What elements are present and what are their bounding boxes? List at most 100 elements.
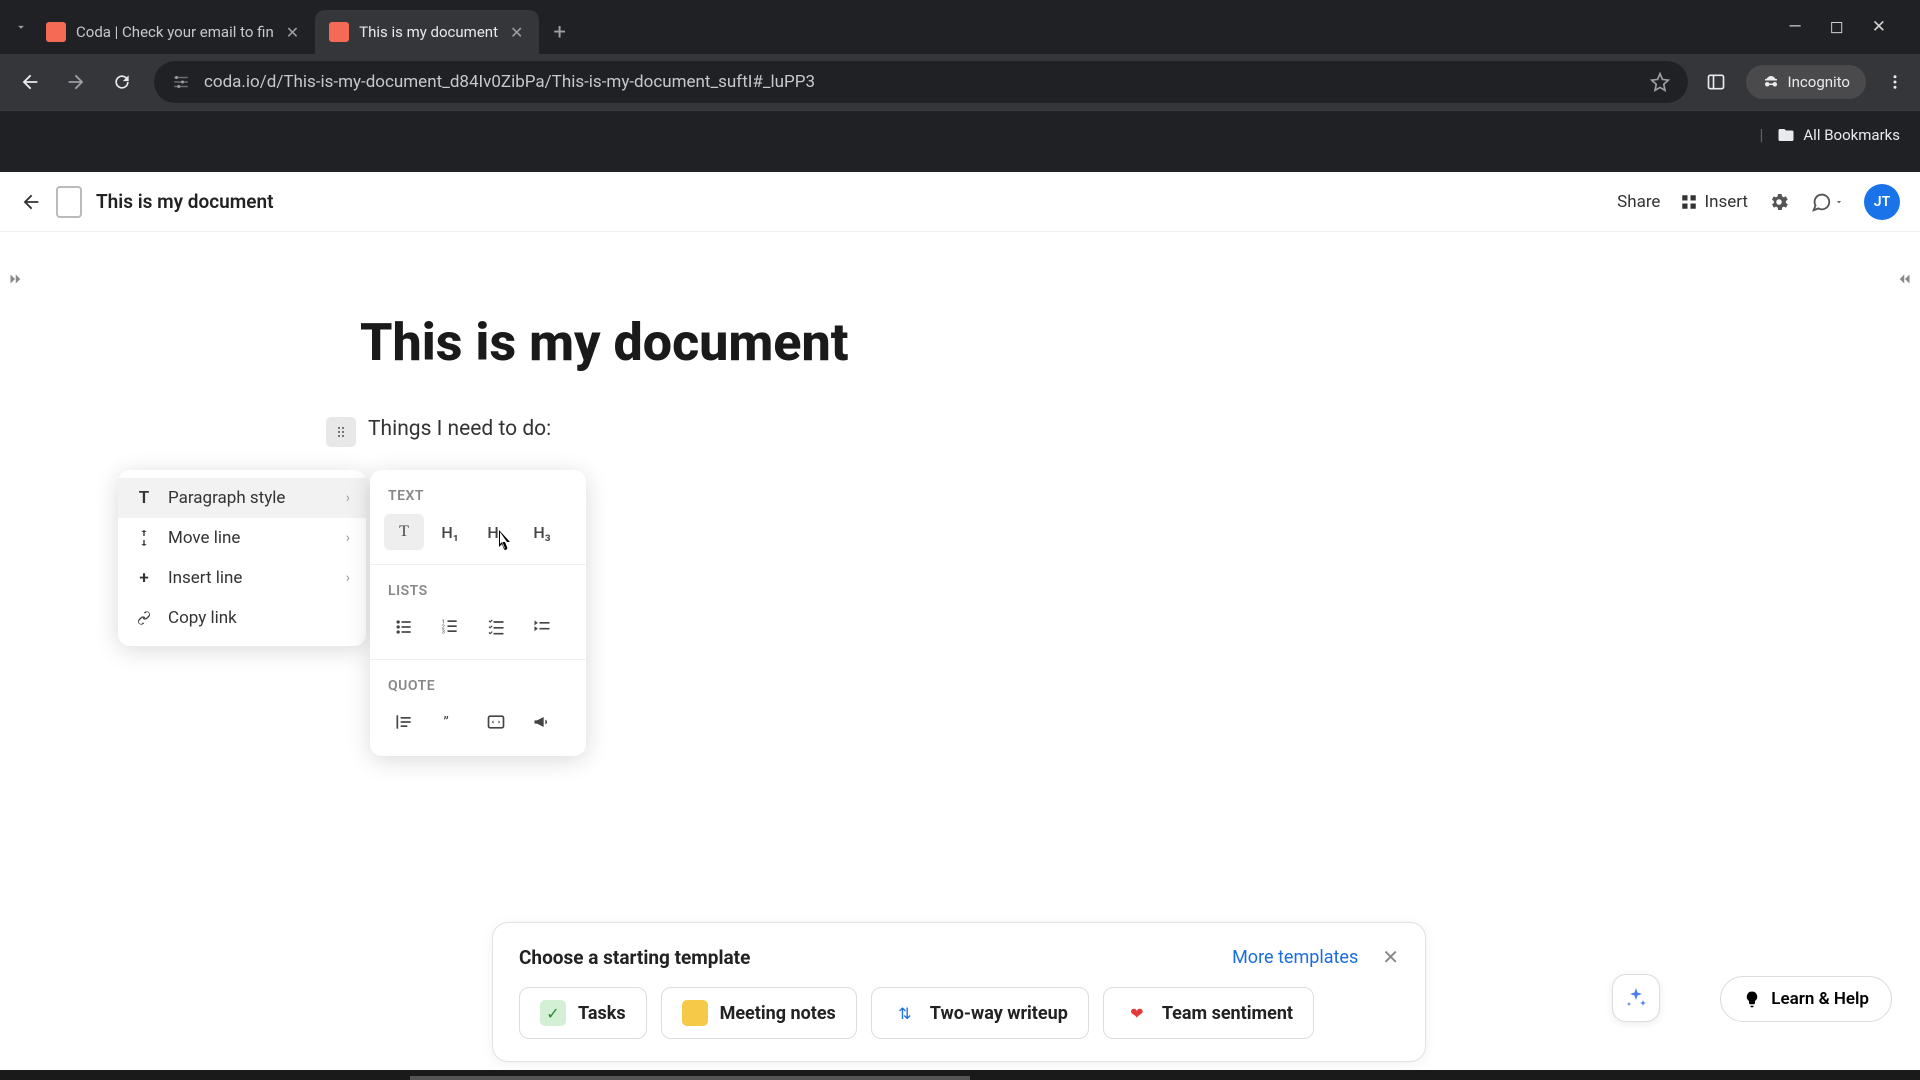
- style-paragraph-button[interactable]: T: [384, 514, 424, 550]
- block-quote-button[interactable]: [384, 704, 424, 740]
- template-option-icon: ⇅: [892, 1000, 918, 1026]
- share-button[interactable]: Share: [1617, 192, 1660, 212]
- tab-1[interactable]: Coda | Check your email to fin ✕: [32, 10, 315, 54]
- gear-icon: [1768, 191, 1790, 213]
- menu-label: Copy link: [168, 608, 350, 628]
- reload-button[interactable]: [108, 68, 136, 96]
- block-quote-icon: [394, 712, 414, 732]
- site-settings-icon[interactable]: [172, 73, 190, 91]
- line-drag-handle[interactable]: [326, 417, 356, 447]
- tab-2[interactable]: This is my document ✕: [315, 10, 539, 54]
- insert-button[interactable]: Insert: [1680, 192, 1748, 212]
- menu-move-line[interactable]: Move line ›: [118, 518, 366, 558]
- chevron-right-icon: ›: [346, 570, 350, 586]
- doc-icon[interactable]: [56, 186, 82, 218]
- text-row: T H₁ H₂ H₃: [370, 514, 586, 564]
- forward-button[interactable]: [62, 68, 90, 96]
- svg-text:”: ”: [443, 713, 448, 731]
- tab-1-close-icon[interactable]: ✕: [284, 21, 301, 44]
- template-option-label: Two-way writeup: [930, 1003, 1068, 1024]
- comments-button[interactable]: [1810, 191, 1844, 213]
- bullet-list-button[interactable]: [384, 609, 424, 645]
- callout-button[interactable]: [522, 704, 562, 740]
- incognito-chip[interactable]: Incognito: [1746, 65, 1866, 99]
- tab-bar: Coda | Check your email to fin ✕ This is…: [0, 0, 1920, 54]
- browser-chrome: Coda | Check your email to fin ✕ This is…: [0, 0, 1920, 172]
- nav-right: Incognito: [1706, 65, 1904, 99]
- toggle-list-button[interactable]: [522, 609, 562, 645]
- incognito-icon: [1762, 73, 1780, 91]
- new-tab-button[interactable]: +: [539, 20, 579, 45]
- bookmarks-divider: |: [1759, 125, 1763, 144]
- ai-button[interactable]: [1612, 974, 1660, 1022]
- quote-row: ”: [370, 704, 586, 746]
- menu-insert-line[interactable]: + Insert line ›: [118, 558, 366, 598]
- avatar[interactable]: JT: [1864, 184, 1900, 220]
- bullet-list-icon: [394, 617, 414, 637]
- more-templates-link[interactable]: More templates: [1232, 947, 1358, 968]
- lightbulb-icon: [1743, 990, 1761, 1008]
- template-card-header: Choose a starting template More template…: [519, 945, 1399, 969]
- doc-title[interactable]: This is my document: [96, 190, 274, 213]
- context-menu: T Paragraph style › Move line › + Insert…: [118, 470, 366, 646]
- app-header-right: Share Insert JT: [1617, 184, 1900, 220]
- tab-1-title: Coda | Check your email to fin: [76, 23, 274, 41]
- template-option-0[interactable]: ✓Tasks: [519, 987, 647, 1039]
- section-quote-label: QUOTE: [370, 672, 586, 704]
- content-line-wrap: Things I need to do:: [326, 417, 1920, 441]
- section-text-label: TEXT: [370, 482, 586, 514]
- template-option-icon: ✓: [540, 1000, 566, 1026]
- template-option-icon: [682, 1000, 708, 1026]
- numbered-list-button[interactable]: 123: [430, 609, 470, 645]
- code-block-button[interactable]: [476, 704, 516, 740]
- kebab-menu-icon[interactable]: [1886, 73, 1904, 91]
- chevron-down-icon: [1834, 197, 1844, 207]
- numbered-list-icon: 123: [440, 617, 460, 637]
- content-line-1[interactable]: Things I need to do:: [368, 417, 1920, 441]
- code-block-icon: [486, 712, 506, 732]
- style-h1-button[interactable]: H₁: [430, 514, 470, 550]
- menu-copy-link[interactable]: Copy link: [118, 598, 366, 638]
- taskbar-active-indicator: [410, 1076, 970, 1080]
- back-button[interactable]: [16, 68, 44, 96]
- check-list-button[interactable]: [476, 609, 516, 645]
- toggle-list-icon: [532, 617, 552, 637]
- template-option-1[interactable]: Meeting notes: [661, 987, 857, 1039]
- tab-2-close-icon[interactable]: ✕: [508, 21, 525, 44]
- template-option-2[interactable]: ⇅ Two-way writeup: [871, 987, 1089, 1039]
- menu-label: Move line: [168, 528, 332, 548]
- minimize-icon[interactable]: —: [1788, 17, 1801, 37]
- template-chooser-card: Choose a starting template More template…: [492, 922, 1426, 1062]
- template-options: ✓Tasks Meeting notes ⇅ Two-way writeup ❤ Team…: [519, 987, 1399, 1039]
- template-close-icon[interactable]: ✕: [1382, 945, 1399, 969]
- style-h2-button[interactable]: H₂: [476, 514, 516, 550]
- maximize-icon[interactable]: ◻: [1830, 17, 1844, 37]
- pull-quote-button[interactable]: ”: [430, 704, 470, 740]
- tabs-dropdown[interactable]: [10, 20, 32, 34]
- text-icon: T: [134, 488, 154, 508]
- template-option-3[interactable]: ❤ Team sentiment: [1103, 987, 1314, 1039]
- incognito-label: Incognito: [1788, 73, 1850, 91]
- url-text: coda.io/d/This-is-my-document_d84Iv0ZibP…: [204, 72, 1636, 92]
- all-bookmarks-button[interactable]: All Bookmarks: [1777, 126, 1900, 144]
- menu-label: Paragraph style: [168, 488, 332, 508]
- plus-icon: +: [134, 568, 154, 588]
- app-back-button[interactable]: [20, 191, 42, 213]
- insert-label: Insert: [1704, 192, 1748, 212]
- coda-favicon: [46, 22, 66, 42]
- sparkle-icon: [1624, 986, 1648, 1010]
- star-icon[interactable]: [1650, 72, 1670, 92]
- comment-icon: [1810, 191, 1832, 213]
- template-option-label: Meeting notes: [720, 1003, 836, 1024]
- url-bar[interactable]: coda.io/d/This-is-my-document_d84Iv0ZibP…: [154, 61, 1688, 103]
- menu-paragraph-style[interactable]: T Paragraph style ›: [118, 478, 366, 518]
- template-option-label: Team sentiment: [1162, 1003, 1293, 1024]
- learn-help-button[interactable]: Learn & Help: [1720, 976, 1892, 1022]
- page-title[interactable]: This is my document: [360, 312, 1920, 373]
- drag-handle-icon: [333, 424, 349, 440]
- close-window-icon[interactable]: ✕: [1872, 17, 1886, 37]
- style-h3-button[interactable]: H₃: [522, 514, 562, 550]
- panel-icon[interactable]: [1706, 72, 1726, 92]
- template-option-icon: ❤: [1124, 1000, 1150, 1026]
- settings-button[interactable]: [1768, 191, 1790, 213]
